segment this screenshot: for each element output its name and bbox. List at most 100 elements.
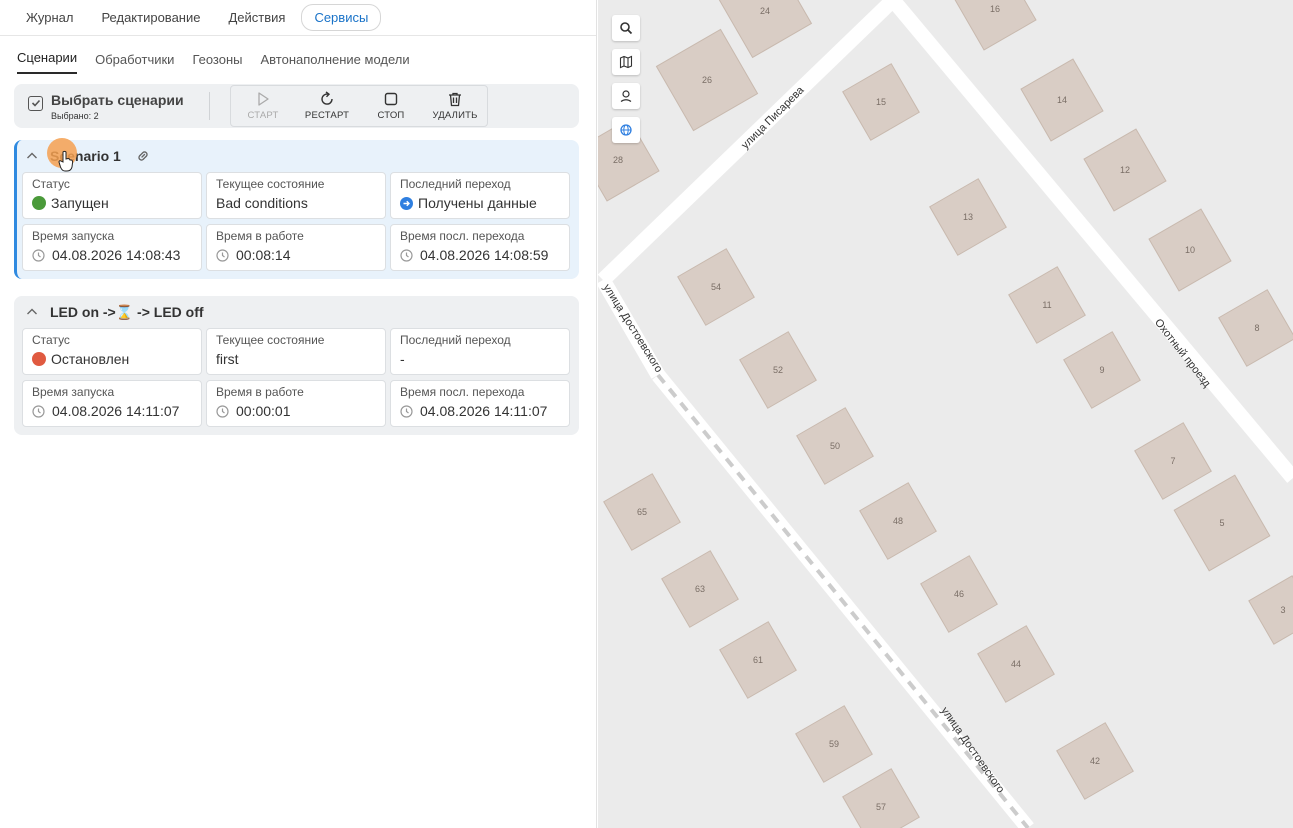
house: 50 (796, 407, 874, 485)
house: 8 (1218, 289, 1293, 367)
map-location-button[interactable] (612, 83, 640, 109)
state-value: first (216, 351, 239, 367)
play-icon (258, 92, 269, 106)
sub-navigation: Сценарии Обработчики Геозоны Автонаполне… (0, 36, 596, 74)
house: 57 (842, 768, 920, 828)
map-layers-button[interactable] (612, 49, 640, 75)
scenario-info-grid: Статус Остановлен Текущее состояние firs… (22, 328, 571, 427)
transition-time-label: Время посл. перехода (400, 229, 525, 243)
house-number: 15 (876, 97, 886, 107)
scenario-card[interactable]: Scenario 1 Статус Запущен Текущее состоя… (14, 140, 579, 279)
status-cell: Статус Запущен (22, 172, 202, 219)
house: 48 (859, 482, 937, 560)
tab-editing[interactable]: Редактирование (89, 5, 212, 30)
house-number: 24 (760, 6, 770, 16)
stop-icon (384, 92, 398, 106)
delete-button[interactable]: УДАЛИТЬ (423, 86, 487, 126)
tab-services[interactable]: Сервисы (301, 4, 382, 31)
select-scenarios-label: Выбрать сценарии (51, 91, 184, 108)
house: 13 (929, 178, 1007, 256)
status-dot-icon (32, 352, 46, 366)
map-globe-button[interactable] (612, 117, 640, 143)
transition-time-value: 04.08.2026 14:08:59 (420, 247, 549, 263)
selected-count: Выбрано: 2 (51, 110, 99, 121)
start-time-label: Время запуска (32, 229, 115, 243)
transition-time-cell: Время посл. перехода 04.08.2026 14:11:07 (390, 380, 570, 427)
house-number: 14 (1057, 95, 1067, 105)
state-cell: Текущее состояние first (206, 328, 386, 375)
last-transition-cell: Последний переход Получены данные (390, 172, 570, 219)
restart-label: РЕСТАРТ (304, 110, 350, 121)
subtab-geozones[interactable]: Геозоны (192, 52, 242, 74)
house-number: 48 (893, 516, 903, 526)
house: 9 (1063, 331, 1141, 409)
subtab-model-autofill[interactable]: Автонаполнение модели (261, 52, 410, 74)
clock-icon (400, 248, 413, 262)
house-number: 54 (711, 282, 721, 292)
house-number: 61 (753, 655, 763, 665)
house-number: 11 (1042, 300, 1051, 310)
house: 59 (795, 705, 873, 783)
map-search-button[interactable] (612, 15, 640, 41)
arrow-right-circle-icon (400, 196, 413, 210)
map-view[interactable]: 24 16 26 15 14 28 12 13 10 54 11 8 52 9 50 7 48 5 65 46 63 3 6… (598, 0, 1293, 828)
street-label: Охотный проезд (1152, 317, 1213, 390)
state-cell: Текущее состояние Bad conditions (206, 172, 386, 219)
tab-actions[interactable]: Действия (216, 5, 297, 30)
status-label: Статус (32, 177, 70, 191)
tab-journal[interactable]: Журнал (14, 5, 85, 30)
last-transition-label: Последний переход (400, 177, 511, 191)
house-number: 9 (1099, 365, 1104, 375)
house-number: 50 (830, 441, 840, 451)
house-number: 42 (1090, 756, 1100, 766)
checkbox-icon (28, 95, 43, 111)
start-time-value: 04.08.2026 14:08:43 (52, 247, 181, 263)
chevron-up-icon[interactable] (26, 306, 38, 318)
scenarios-panel: Журнал Редактирование Действия Сервисы С… (0, 0, 597, 828)
last-transition-value: - (400, 351, 405, 367)
restart-button[interactable]: РЕСТАРТ (295, 86, 359, 126)
house-number: 10 (1185, 245, 1195, 255)
transition-time-label: Время посл. перехода (400, 385, 525, 399)
subtab-handlers[interactable]: Обработчики (95, 52, 174, 74)
clock-icon (32, 404, 45, 418)
clock-icon (32, 248, 45, 262)
house: 54 (677, 248, 755, 326)
stop-button[interactable]: СТОП (359, 86, 423, 126)
start-button[interactable]: СТАРТ (231, 86, 295, 126)
trash-icon (449, 92, 461, 107)
select-scenarios-button[interactable]: Выбрать сценарии Выбрано: 2 (14, 92, 209, 121)
scenario-header: Scenario 1 (22, 140, 571, 172)
state-label: Текущее состояние (216, 177, 325, 191)
house: 5 (1173, 474, 1271, 572)
link-icon[interactable] (135, 148, 151, 164)
scenario-card[interactable]: LED on ->⌛ -> LED off Статус Остановлен … (14, 296, 579, 435)
status-dot-icon (32, 196, 46, 210)
scenario-header: LED on ->⌛ -> LED off (22, 296, 571, 328)
house-number: 59 (829, 739, 839, 749)
house: 44 (977, 625, 1055, 703)
transition-time-cell: Время посл. перехода 04.08.2026 14:08:59 (390, 224, 570, 271)
house: 12 (1083, 128, 1167, 212)
clock-icon (216, 404, 229, 418)
start-time-value: 04.08.2026 14:11:07 (52, 403, 180, 419)
work-time-cell: Время в работе 00:08:14 (206, 224, 386, 271)
status-value: Запущен (51, 195, 109, 211)
house: 7 (1134, 422, 1212, 500)
house: 52 (739, 331, 817, 409)
house: 65 (603, 473, 681, 551)
house-number: 12 (1120, 165, 1130, 175)
house: 10 (1148, 208, 1232, 292)
work-time-value: 00:08:14 (236, 247, 291, 263)
map-icon (619, 55, 633, 69)
scenario-title: LED on ->⌛ -> LED off (50, 303, 204, 320)
state-value: Bad conditions (216, 195, 308, 211)
chevron-up-icon[interactable] (26, 150, 38, 162)
subtab-scenarios[interactable]: Сценарии (17, 50, 78, 74)
house-number: 28 (613, 155, 623, 165)
toolbar-divider (209, 92, 210, 120)
work-time-label: Время в работе (216, 229, 304, 243)
status-value: Остановлен (51, 351, 130, 367)
house-number: 13 (963, 212, 973, 222)
street-label: улица Достоевского (938, 705, 1006, 795)
